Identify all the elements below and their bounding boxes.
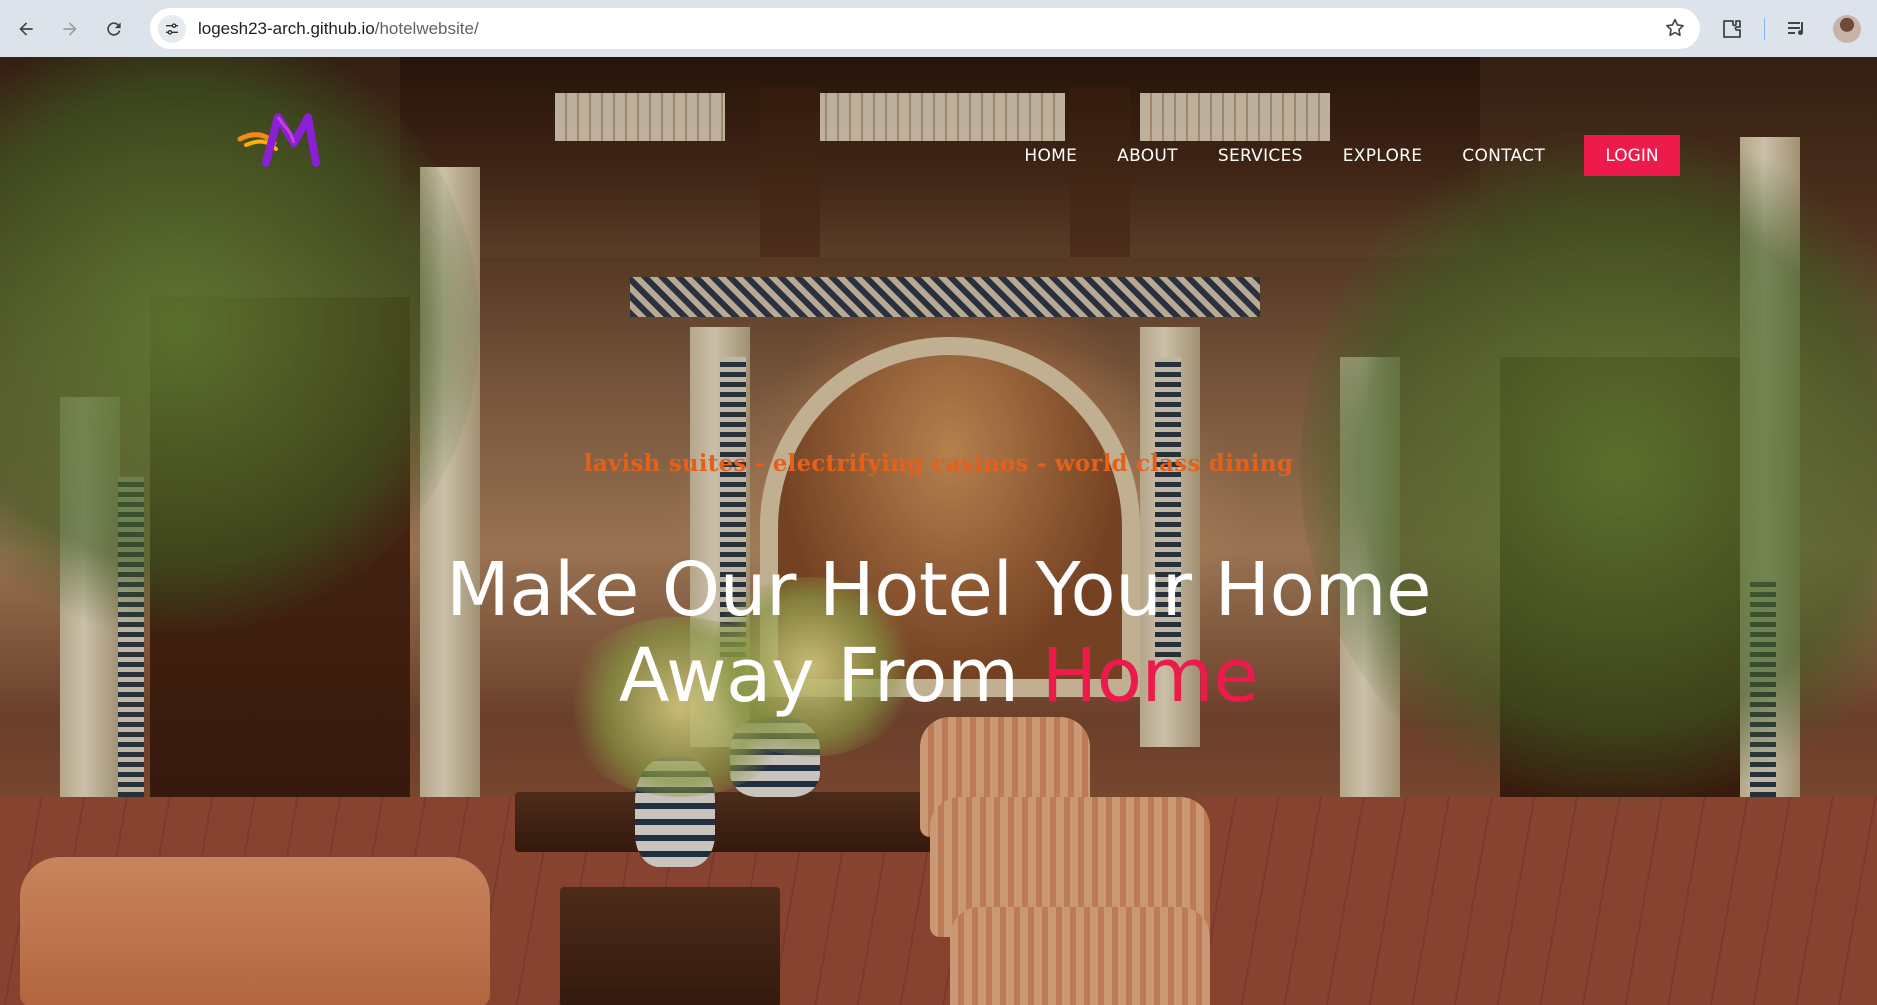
media-control-icon[interactable] xyxy=(1785,17,1809,41)
reload-icon xyxy=(107,21,121,36)
url-path: /hotelwebsite/ xyxy=(374,18,479,38)
nav-explore[interactable]: EXPLORE xyxy=(1343,146,1423,166)
bookmark-star-icon[interactable] xyxy=(1664,17,1686,39)
nav-home[interactable]: HOME xyxy=(1024,146,1077,166)
toolbar-divider xyxy=(1764,17,1765,40)
headline-line-2-prefix: Away From xyxy=(618,633,1042,719)
hero-tagline: lavish suites - electrifying casinos - w… xyxy=(583,450,1294,477)
hero-section: HOME ABOUT SERVICES EXPLORE CONTACT LOGI… xyxy=(0,57,1877,1005)
hero-overlay xyxy=(0,57,1877,1005)
url-host: logesh23-arch.github.io xyxy=(198,18,375,38)
site-info-button[interactable] xyxy=(158,14,186,43)
toolbar-right xyxy=(1706,0,1877,57)
nav-services[interactable]: SERVICES xyxy=(1218,146,1303,166)
headline-line-1: Make Our Hotel Your Home xyxy=(445,547,1432,633)
address-bar[interactable]: logesh23-arch.github.io/hotelwebsite/ xyxy=(150,8,1700,49)
nav-about[interactable]: ABOUT xyxy=(1117,146,1178,166)
site-info-icon xyxy=(166,22,178,35)
nav-contact[interactable]: CONTACT xyxy=(1462,146,1545,166)
hero-headline: Make Our Hotel Your Home Away From Home xyxy=(0,547,1877,719)
forward-button[interactable] xyxy=(52,11,88,47)
login-button[interactable]: LOGIN xyxy=(1584,135,1680,176)
brand-logo[interactable] xyxy=(232,109,332,169)
extensions-icon[interactable] xyxy=(1720,17,1744,41)
headline-line-2: Away From Home xyxy=(0,633,1877,719)
reload-button[interactable] xyxy=(96,11,132,47)
back-icon xyxy=(19,21,33,36)
back-button[interactable] xyxy=(8,11,44,47)
profile-avatar[interactable] xyxy=(1833,14,1861,43)
browser-toolbar: logesh23-arch.github.io/hotelwebsite/ xyxy=(0,0,1877,57)
site-nav: HOME ABOUT SERVICES EXPLORE CONTACT LOGI… xyxy=(1024,135,1877,176)
url-text[interactable]: logesh23-arch.github.io/hotelwebsite/ xyxy=(198,19,479,39)
headline-accent: Home xyxy=(1041,633,1259,719)
forward-icon xyxy=(63,21,77,36)
